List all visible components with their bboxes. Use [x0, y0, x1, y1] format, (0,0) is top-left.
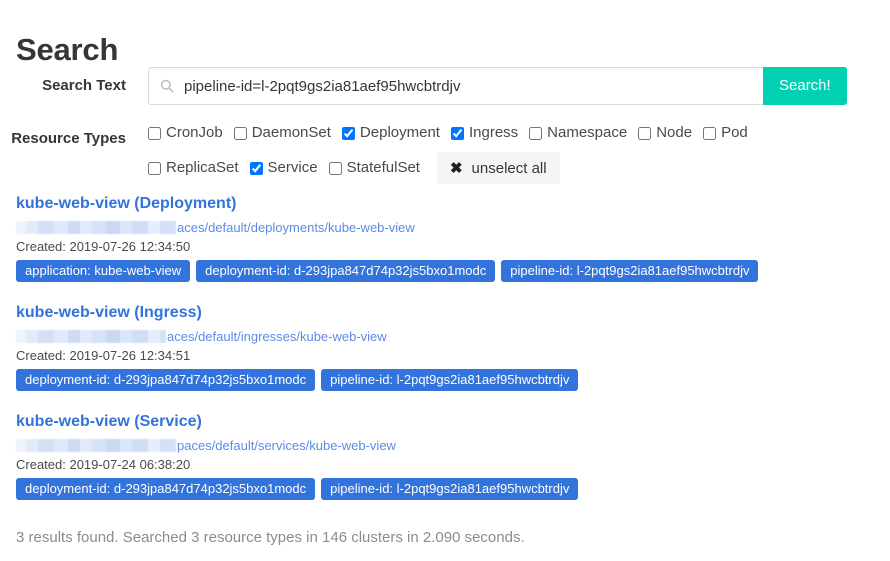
- resource-type-option-statefulset[interactable]: StatefulSet: [328, 159, 420, 177]
- result-title-link[interactable]: kube-web-view (Service): [16, 412, 202, 431]
- search-input[interactable]: [148, 67, 763, 105]
- result-tag[interactable]: deployment-id: d-293jpa847d74p32js5bxo1m…: [196, 260, 496, 282]
- resource-type-checkbox-replicaset[interactable]: [148, 161, 161, 175]
- result-tag[interactable]: pipeline-id: l-2pqt9gs2ia81aef95hwcbtrdj…: [321, 478, 579, 500]
- result-url-text: paces/default/services/kube-web-view: [177, 438, 396, 453]
- result-url-link[interactable]: paces/default/services/kube-web-view: [16, 438, 876, 453]
- page-title: Search: [16, 31, 119, 67]
- result-created-text: Created: 2019-07-26 12:34:51: [16, 348, 191, 363]
- result-tag[interactable]: pipeline-id: l-2pqt9gs2ia81aef95hwcbtrdj…: [321, 369, 579, 391]
- result-url-link[interactable]: aces/default/deployments/kube-web-view: [16, 220, 876, 235]
- resource-type-label: DaemonSet: [251, 124, 331, 141]
- resource-type-label: Service: [267, 159, 318, 176]
- search-text-label: Search Text: [42, 77, 126, 94]
- resource-type-label: Ingress: [468, 124, 519, 141]
- resource-type-checkbox-ingress[interactable]: [450, 126, 464, 140]
- search-result-item: kube-web-view (Deployment) aces/default/d…: [16, 194, 876, 282]
- result-title-link[interactable]: kube-web-view (Deployment): [16, 194, 236, 213]
- search-result-item: kube-web-view (Service) paces/default/ser…: [16, 412, 876, 500]
- resource-type-checkbox-daemonset[interactable]: [233, 126, 247, 140]
- resource-types-label: Resource Types: [11, 130, 126, 147]
- result-url-text: aces/default/ingresses/kube-web-view: [167, 329, 387, 344]
- resource-type-label: Namespace: [547, 124, 628, 141]
- resource-types-row-1: CronJob DaemonSet Deployment Ingress Namespa…: [148, 122, 868, 144]
- resource-type-label: Deployment: [359, 124, 440, 141]
- search-results-list: kube-web-view (Deployment) aces/default/d…: [16, 194, 876, 521]
- unselect-all-button[interactable]: ✖ unselect all: [436, 152, 560, 184]
- resource-type-checkbox-node[interactable]: [638, 126, 652, 140]
- resource-type-label: StatefulSet: [346, 159, 420, 176]
- result-tag-row: application: kube-web-view deployment-id:…: [16, 260, 876, 282]
- resource-types-row-2: ReplicaSet Service StatefulSet ✖ unselect …: [148, 152, 868, 184]
- resource-type-checkbox-statefulset[interactable]: [328, 161, 342, 175]
- result-created-text: Created: 2019-07-26 12:34:50: [16, 239, 191, 254]
- redacted-url-prefix: [16, 439, 176, 452]
- resource-type-label: CronJob: [166, 124, 223, 141]
- resource-type-checkbox-service[interactable]: [249, 161, 263, 175]
- search-result-item: kube-web-view (Ingress) aces/default/ingr…: [16, 303, 876, 391]
- resource-type-option-node[interactable]: Node: [638, 124, 692, 142]
- resource-type-option-namespace[interactable]: Namespace: [529, 124, 627, 142]
- resource-type-label: Node: [656, 124, 693, 141]
- result-tag[interactable]: deployment-id: d-293jpa847d74p32js5bxo1m…: [16, 369, 316, 391]
- search-status-text: 3 results found. Searched 3 resource typ…: [16, 529, 525, 546]
- redacted-url-prefix: [16, 330, 166, 343]
- unselect-all-label: unselect all: [471, 159, 547, 177]
- redacted-url-prefix: [16, 221, 176, 234]
- resource-type-checkbox-namespace[interactable]: [529, 126, 543, 140]
- result-tag[interactable]: deployment-id: d-293jpa847d74p32js5bxo1m…: [16, 478, 316, 500]
- resource-type-checkbox-pod[interactable]: [703, 126, 717, 140]
- close-x-icon: ✖: [449, 159, 463, 177]
- resource-type-label: ReplicaSet: [166, 159, 239, 176]
- search-page: Search Search Text Search! Resource Type…: [0, 0, 890, 561]
- resource-type-checkbox-deployment[interactable]: [341, 126, 355, 140]
- resource-type-checkbox-cronjob[interactable]: [148, 126, 161, 140]
- result-url-link[interactable]: aces/default/ingresses/kube-web-view: [16, 329, 876, 344]
- result-tag[interactable]: pipeline-id: l-2pqt9gs2ia81aef95hwcbtrdj…: [501, 260, 759, 282]
- resource-type-option-replicaset[interactable]: ReplicaSet: [148, 159, 239, 177]
- resource-type-option-cronjob[interactable]: CronJob: [148, 124, 223, 142]
- result-url-text: aces/default/deployments/kube-web-view: [177, 220, 415, 235]
- search-input-wrapper: [148, 67, 763, 105]
- search-text-field-row: Search Text Search!: [0, 67, 890, 105]
- resource-type-option-service[interactable]: Service: [249, 159, 318, 177]
- result-tag-row: deployment-id: d-293jpa847d74p32js5bxo1m…: [16, 478, 876, 500]
- resource-type-option-daemonset[interactable]: DaemonSet: [233, 124, 331, 142]
- result-created-text: Created: 2019-07-24 06:38:20: [16, 457, 191, 472]
- resource-type-option-ingress[interactable]: Ingress: [450, 124, 519, 142]
- result-tag[interactable]: application: kube-web-view: [16, 260, 191, 282]
- result-tag-row: deployment-id: d-293jpa847d74p32js5bxo1m…: [16, 369, 876, 391]
- resource-type-label: Pod: [721, 124, 748, 141]
- resource-types-checkbox-area: CronJob DaemonSet Deployment Ingress Namespa…: [148, 120, 868, 184]
- resource-type-option-deployment[interactable]: Deployment: [341, 124, 440, 142]
- search-button[interactable]: Search!: [763, 67, 847, 105]
- result-title-link[interactable]: kube-web-view (Ingress): [16, 303, 202, 322]
- resource-types-field-row: Resource Types CronJob DaemonSet Deploymen…: [0, 120, 890, 184]
- search-control: Search!: [148, 67, 847, 105]
- resource-type-option-pod[interactable]: Pod: [703, 124, 748, 142]
